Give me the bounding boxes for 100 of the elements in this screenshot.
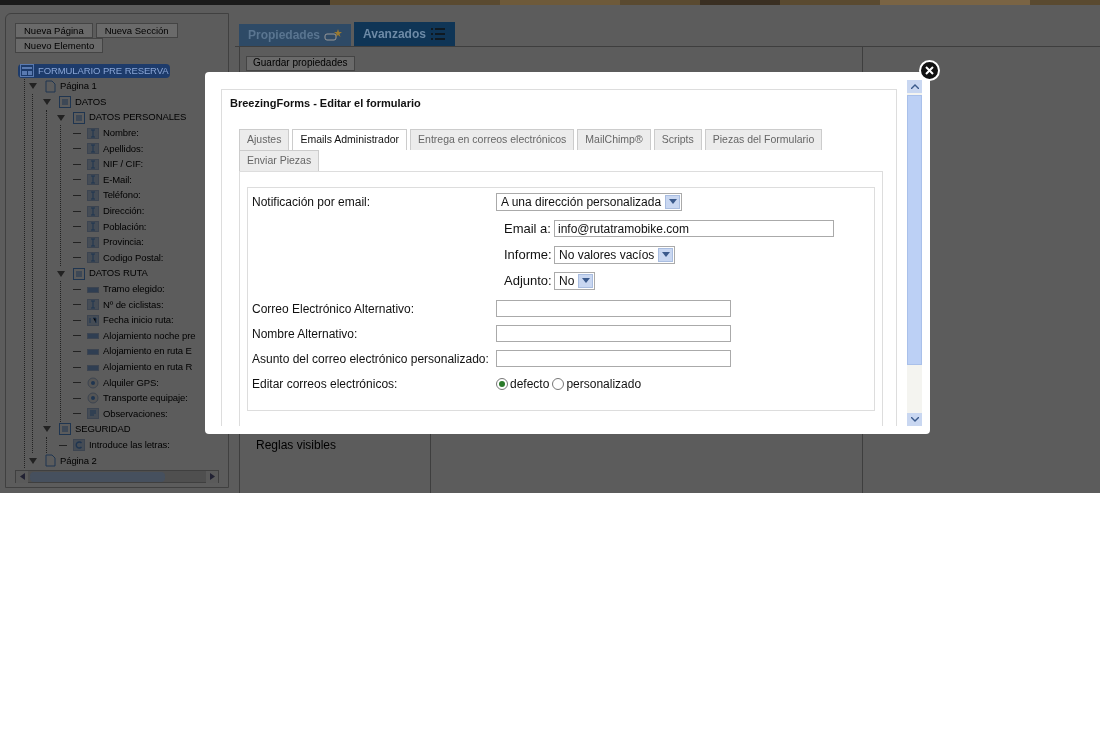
radio-icon — [87, 376, 99, 389]
radio-button[interactable] — [552, 377, 565, 390]
tree-item[interactable]: SEGURIDAD — [57, 422, 133, 437]
expand-arrow-icon[interactable] — [55, 270, 67, 277]
connector-line-icon — [73, 210, 81, 212]
dropdown[interactable]: No valores vacíos — [554, 245, 676, 264]
scroll-right-icon[interactable] — [206, 470, 218, 483]
captcha-icon — [73, 439, 85, 452]
tree-item[interactable]: E-Mail: — [85, 172, 134, 188]
tree-item[interactable]: Alojamiento en ruta E — [85, 344, 194, 359]
connector-line-icon — [73, 304, 81, 306]
radio-button[interactable] — [496, 377, 508, 390]
form-icon — [20, 64, 34, 78]
input-field[interactable] — [496, 350, 731, 367]
tree-item[interactable]: Alojamiento noche pre — [85, 328, 198, 343]
tree-item[interactable]: Fecha inicio ruta: — [85, 313, 176, 328]
email-field[interactable]: info@rutatramobike.com — [554, 220, 834, 237]
tree-item[interactable]: Población: — [85, 219, 149, 234]
rules-label: Reglas visibles — [255, 437, 338, 454]
tree-item[interactable]: FORMULARIO PRE RESERVA — [18, 63, 171, 78]
scroll-left-icon[interactable] — [16, 470, 28, 483]
expand-arrow-icon[interactable] — [41, 426, 53, 433]
star-icon — [324, 29, 343, 41]
notification-select[interactable]: A una dirección personalizada — [496, 192, 683, 211]
tree-item[interactable]: Dirección: — [85, 204, 147, 219]
connector-line-icon — [73, 132, 81, 134]
tab[interactable]: Ajustes — [239, 128, 290, 150]
text-field-icon — [87, 236, 99, 248]
field-label: Nombre Alternativo: — [252, 325, 359, 343]
tree-item[interactable]: Alojamiento en ruta R — [85, 359, 195, 375]
list-icon — [429, 27, 446, 41]
toolbar-button[interactable]: Nuevo Elemento — [15, 38, 104, 53]
tree-item[interactable]: Provincia: — [85, 235, 146, 250]
radio-label: defecto — [510, 375, 550, 393]
connector-line-icon — [73, 382, 81, 384]
connector-line-icon — [73, 288, 81, 290]
date-icon — [87, 314, 99, 326]
input-field[interactable] — [496, 300, 731, 317]
vertical-scrollbar[interactable] — [907, 80, 922, 426]
tree-item[interactable]: Página 1 — [43, 79, 99, 94]
save-button[interactable]: Guardar propiedades — [246, 55, 355, 71]
scroll-down-icon[interactable] — [907, 413, 922, 426]
tab[interactable]: MailChimp® — [577, 128, 651, 150]
field-label: Correo Electrónico Alternativo: — [252, 300, 416, 318]
text-field-icon — [87, 143, 99, 155]
tree-item[interactable]: Teléfono: — [85, 188, 143, 203]
expand-arrow-icon[interactable] — [41, 99, 53, 105]
text-field-icon — [87, 299, 99, 311]
toolbar-button[interactable]: Nueva Sección — [95, 23, 178, 38]
text-field-icon — [87, 127, 99, 139]
tree-item[interactable]: Observaciones: — [85, 406, 170, 421]
caret-icon — [658, 247, 674, 262]
tab[interactable]: Piezas del Formulario — [704, 128, 823, 150]
dropdown[interactable]: No — [554, 271, 596, 290]
connector-line-icon — [73, 335, 81, 337]
tab[interactable]: Avanzados — [354, 22, 455, 46]
tab[interactable]: Entrega en correos electrónicos — [410, 128, 575, 150]
tree-item[interactable]: Alquiler GPS: — [85, 375, 161, 390]
field-label: Informe: — [503, 245, 553, 264]
tab[interactable]: Emails Administrador — [292, 128, 408, 150]
caret-icon — [578, 273, 594, 288]
connector-line-icon — [73, 195, 81, 197]
tree-item[interactable]: Página 2 — [43, 453, 99, 468]
dropdown-icon — [87, 330, 99, 342]
tree-item[interactable]: DATOS RUTA — [71, 266, 150, 281]
tab[interactable]: Enviar Piezas — [239, 149, 320, 171]
expand-arrow-icon[interactable] — [55, 114, 67, 121]
tab[interactable]: Scripts — [653, 128, 702, 150]
tree-item[interactable]: Nombre: — [85, 126, 141, 141]
connector-line-icon — [73, 241, 81, 243]
tree-item[interactable]: Codigo Postal: — [85, 250, 166, 266]
field-label: Email a: — [503, 219, 552, 238]
text-field-icon — [87, 252, 99, 264]
connector-line-icon — [73, 226, 81, 228]
scrollbar-thumb[interactable] — [907, 95, 922, 365]
toolbar-button[interactable]: Nueva Página — [15, 23, 93, 38]
connector-line-icon — [73, 257, 81, 259]
field-label: Adjunto: — [503, 271, 553, 290]
field-label: Notificación por email: — [252, 193, 372, 211]
horizontal-scrollbar[interactable] — [15, 470, 219, 484]
text-field-icon — [87, 174, 99, 186]
page-icon — [45, 454, 56, 468]
tree-item[interactable]: Transporte equipaje: — [85, 391, 190, 406]
tree-item[interactable]: Introduce las letras: — [71, 437, 172, 453]
tree-item[interactable]: Nº de ciclistas: — [85, 297, 166, 312]
input-field[interactable] — [496, 325, 731, 342]
list-icon — [73, 267, 85, 280]
connector-line-icon — [73, 179, 81, 181]
tree-item[interactable]: Apellidos: — [85, 141, 146, 156]
scroll-up-icon[interactable] — [907, 80, 922, 93]
tree-item[interactable]: NIF / CIF: — [85, 157, 146, 172]
tree-item[interactable]: Tramo elegido: — [85, 282, 167, 297]
scrollbar-thumb[interactable] — [30, 471, 165, 482]
page-icon — [45, 79, 56, 93]
expand-arrow-icon[interactable] — [27, 457, 39, 464]
tree-item[interactable]: DATOS PERSONALES — [71, 110, 189, 125]
tree-item[interactable]: DATOS — [57, 94, 109, 110]
field-label: Editar correos electrónicos: — [252, 375, 399, 393]
expand-arrow-icon[interactable] — [27, 83, 39, 90]
connector-line-icon — [73, 413, 81, 415]
